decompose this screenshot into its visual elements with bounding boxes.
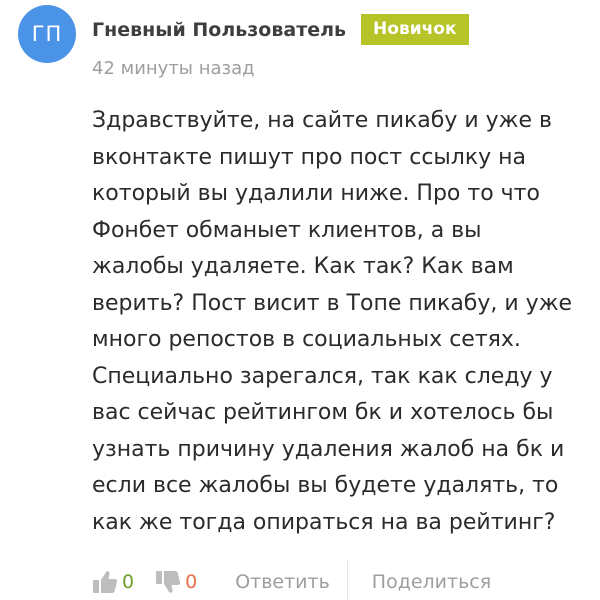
comment-time: 42 минуты назад [92,58,255,79]
comment-text-line: если все жалобы вы будете удалять, то [92,473,559,498]
comment-header: Гневный Пользователь Новичок [92,14,469,45]
comment-text-line: Специально зарегался, так как следу у [92,363,553,389]
thumbs-up-icon [92,570,118,594]
comment-text-line: как же тогда опираться на ва рейтинг? [92,509,556,535]
dislike-button[interactable]: 0 [155,570,197,594]
thumbs-down-icon [155,570,181,594]
user-rank-badge: Новичок [361,14,469,45]
comment-card: ГП Гневный Пользователь Новичок 42 минут… [0,0,600,600]
like-button[interactable]: 0 [92,570,134,594]
comment-text-line: вконтакте пишут про пост ссылку на [92,144,527,170]
comment-text-line: Фонбет обманыет клиентов, а вы [92,217,482,243]
share-link[interactable]: Поделиться [372,571,491,593]
username-link[interactable]: Гневный Пользователь [92,19,346,41]
like-count: 0 [122,571,135,593]
reply-link[interactable]: Ответить [235,571,330,593]
avatar[interactable]: ГП [18,5,76,63]
dislike-count: 0 [185,571,198,593]
comment-text-line: узнать причину удаления жалоб на бк и [92,436,565,462]
comment-text-line: Здравствуйте, на сайте пикабу и уже в [92,108,552,133]
comment-text-line: много репостов в социальных сетях. [92,327,521,352]
comment-text: Здравствуйте, на сайте пикабу и уже в вк… [92,103,587,541]
avatar-initials: ГП [31,22,63,46]
comment-text-line: вас сейчас рейтингом бк и хотелось бы [92,400,554,425]
comment-actions: 0 0 Ответить Поделиться [92,561,491,600]
comment-text-line: жалобы удаляете. Как так? Как вам [92,254,514,279]
actions-divider [346,561,348,600]
comment-text-line: верить? Пост висит в Топе пикабу, и уже [92,290,573,316]
comment-text-line: который вы удалили ниже. Про то что [92,181,540,206]
